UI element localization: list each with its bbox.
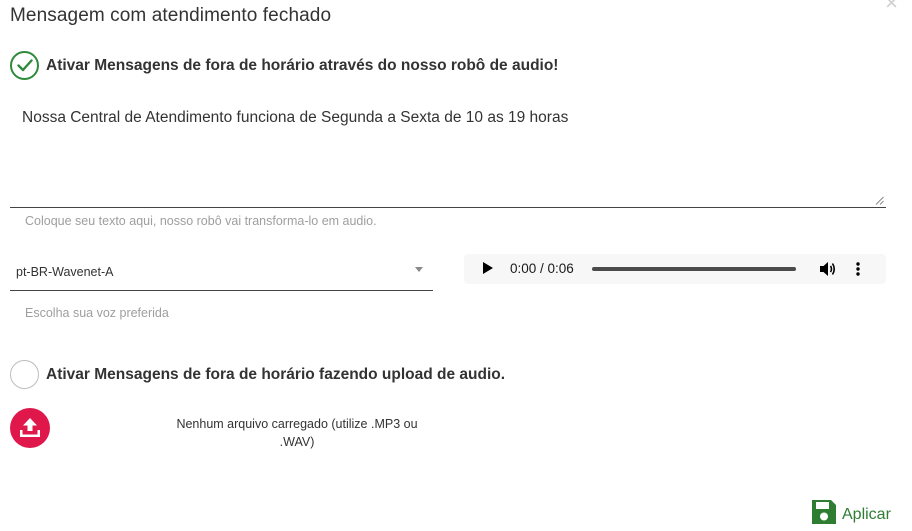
voice-select[interactable]: pt-BR-Wavenet-A <box>10 256 433 291</box>
apply-label: Aplicar <box>842 506 891 523</box>
audio-player: 0:00 / 0:06 <box>464 254 886 284</box>
tts-option-radio[interactable]: Ativar Mensagens de fora de horário atra… <box>10 51 558 80</box>
audio-progress-bar[interactable] <box>592 267 796 271</box>
radio-unchecked-icon[interactable] <box>10 360 39 389</box>
voice-select-value: pt-BR-Wavenet-A <box>16 265 114 279</box>
check-circle-icon[interactable] <box>10 51 39 80</box>
volume-icon[interactable] <box>819 261 837 277</box>
upload-status-text: Nenhum arquivo carregado (utilize .MP3 o… <box>176 417 418 449</box>
resize-grip-icon[interactable] <box>875 196 884 205</box>
close-icon[interactable]: × <box>885 0 898 14</box>
upload-icon <box>20 418 40 437</box>
upload-button[interactable] <box>10 408 50 448</box>
play-icon[interactable] <box>483 262 493 274</box>
audio-time: 0:00 / 0:06 <box>510 261 574 276</box>
message-helper-text: Coloque seu texto aqui, nosso robô vai t… <box>25 214 377 228</box>
apply-button[interactable]: Aplicar <box>810 498 891 526</box>
tts-option-label: Ativar Mensagens de fora de horário atra… <box>46 56 559 74</box>
message-textarea[interactable]: Nossa Central de Atendimento funciona de… <box>10 100 886 207</box>
upload-option-label: Ativar Mensagens de fora de horário faze… <box>46 365 506 383</box>
save-icon <box>812 500 836 524</box>
dropdown-arrow-icon <box>415 267 423 272</box>
dialog-title: Mensagem com atendimento fechado <box>10 5 332 26</box>
more-options-icon[interactable] <box>855 261 861 277</box>
voice-helper-text: Escolha sua voz preferida <box>25 306 169 320</box>
upload-option-radio[interactable]: Ativar Mensagens de fora de horário faze… <box>10 360 505 389</box>
message-textarea-container: Nossa Central de Atendimento funciona de… <box>10 100 886 208</box>
